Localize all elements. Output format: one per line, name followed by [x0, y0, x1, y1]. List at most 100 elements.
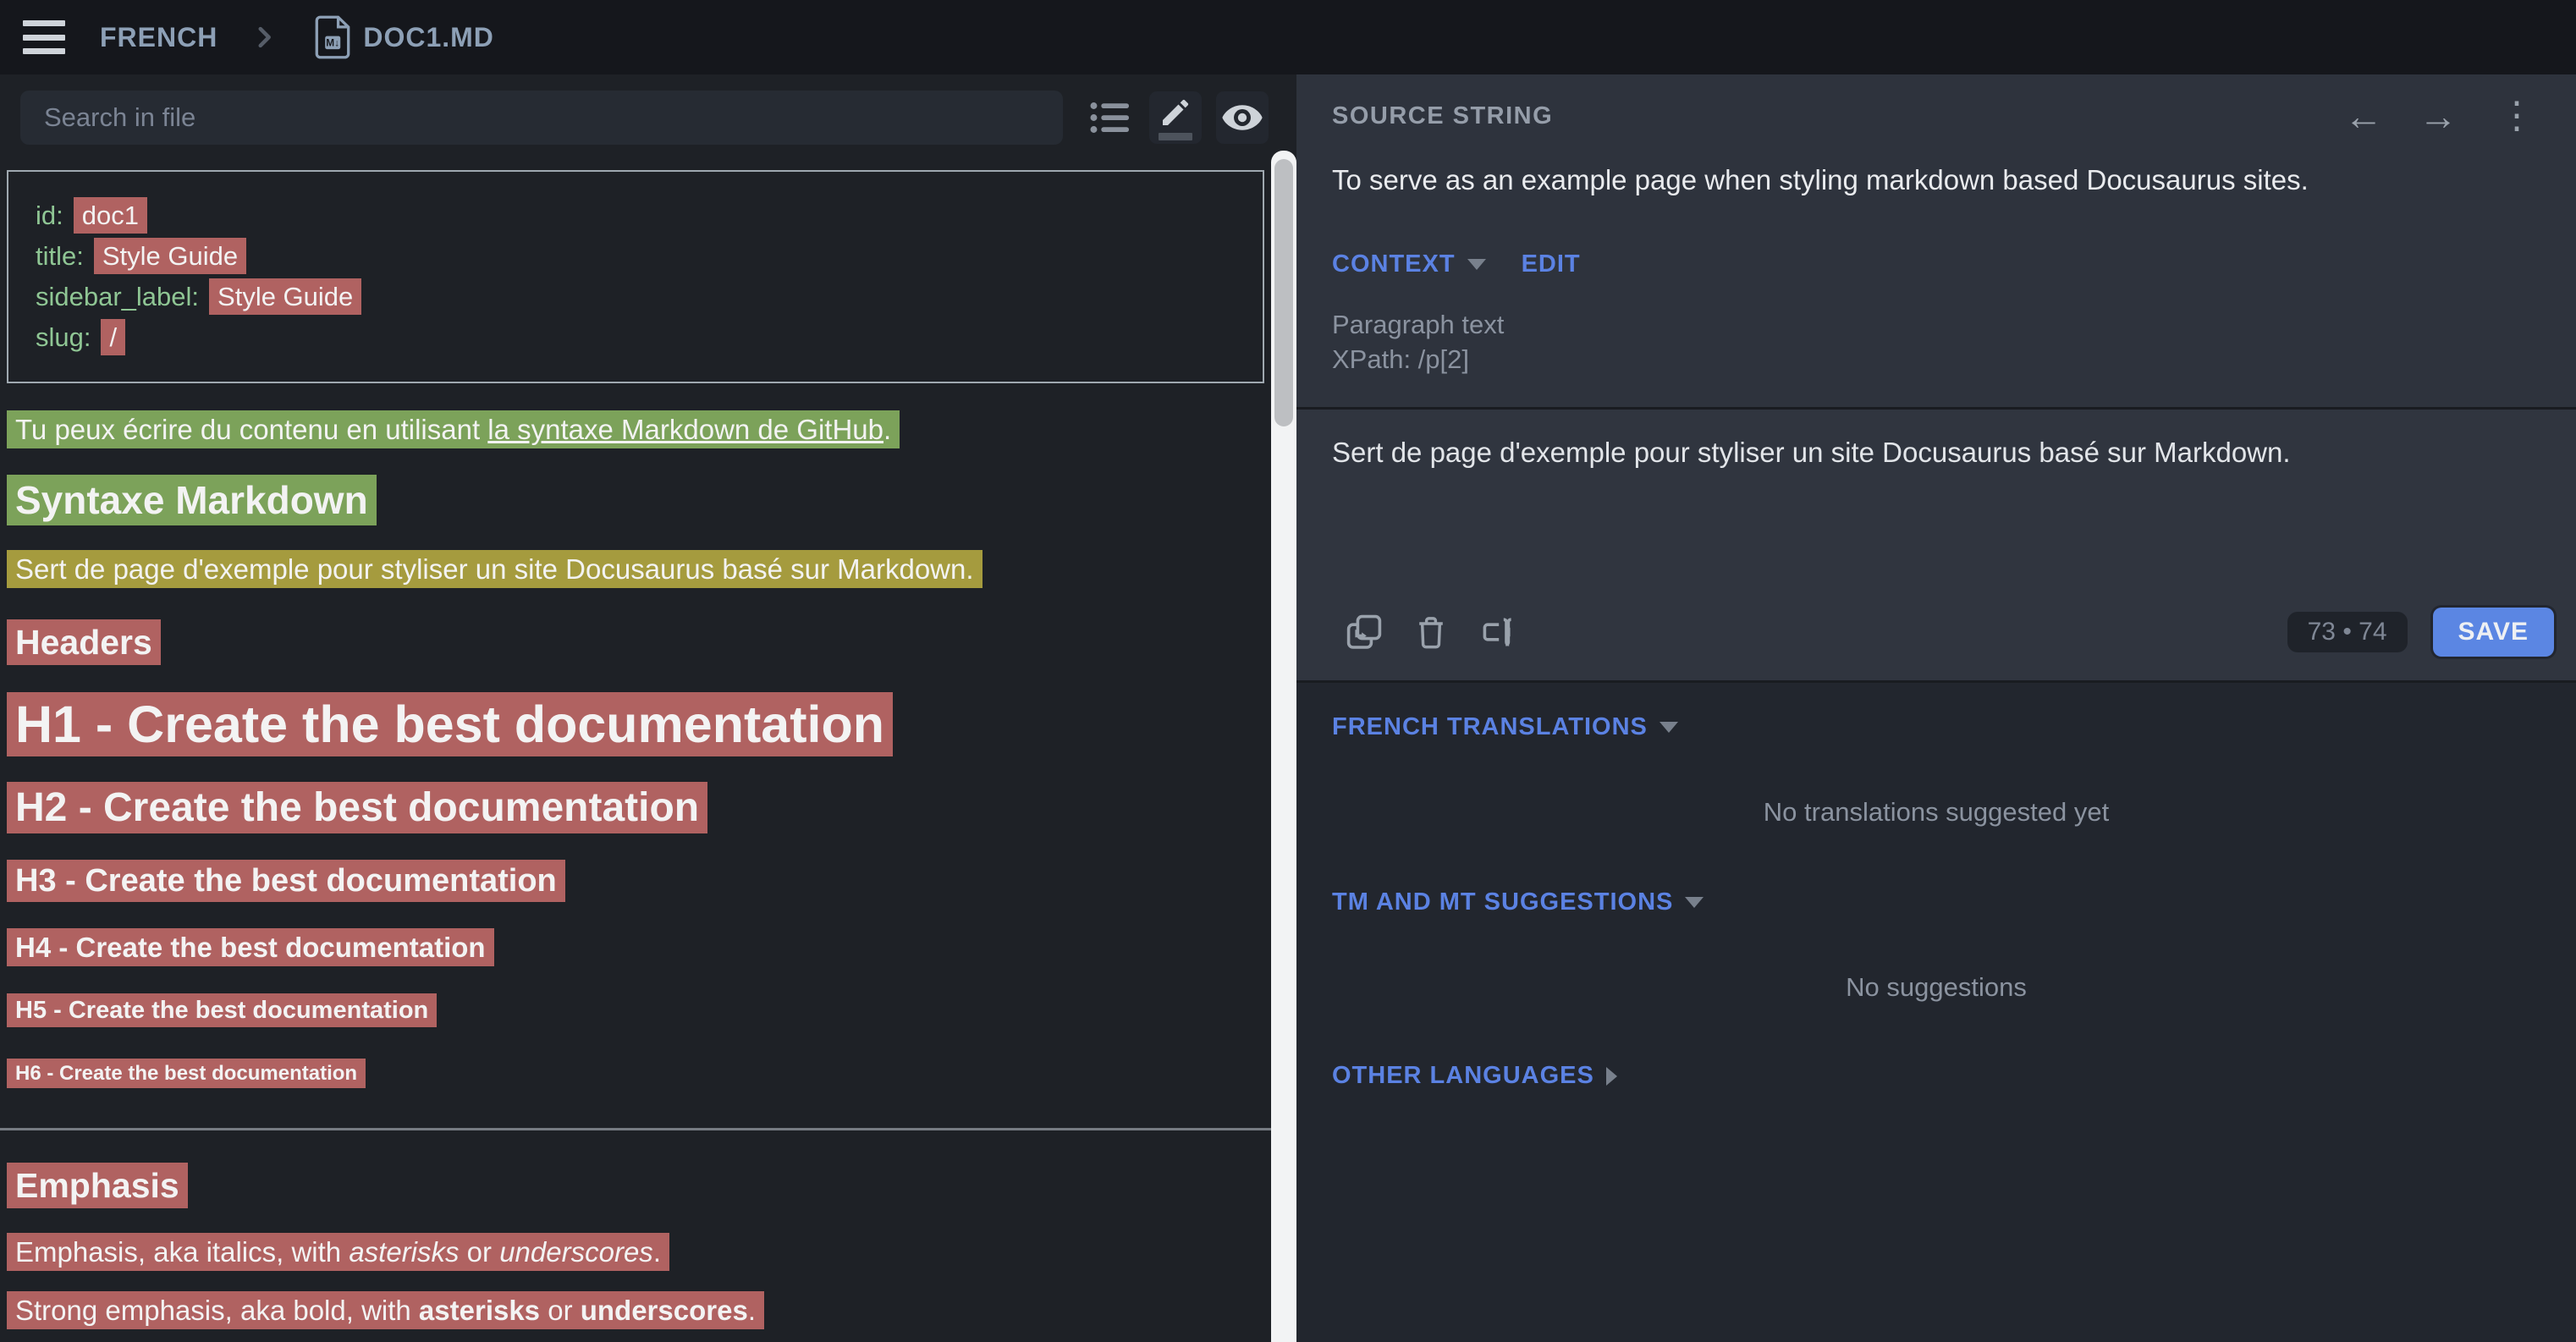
- suggestions-area: FRENCH TRANSLATIONS No translations sugg…: [1296, 680, 2576, 1342]
- document-preview: id:doc1 title:Style Guide sidebar_label:…: [0, 170, 1271, 1328]
- frontmatter-block: id:doc1 title:Style Guide sidebar_label:…: [7, 170, 1264, 383]
- source-string-label: SOURCE STRING: [1332, 102, 1553, 130]
- frontmatter-key: slug:: [36, 322, 91, 352]
- translation-panel: SOURCE STRING ← → ⋮ To serve as an examp…: [1296, 74, 2576, 1342]
- source-string[interactable]: Style Guide: [94, 238, 246, 274]
- source-string[interactable]: Emphasis, aka italics, with asterisks or…: [7, 1233, 669, 1271]
- app-window: FRENCH M↓ DOC1.MD: [0, 0, 2576, 1342]
- source-string[interactable]: Headers: [7, 619, 161, 665]
- source-string[interactable]: H1 - Create the best documentation: [7, 692, 893, 756]
- frontmatter-line: title:Style Guide: [36, 236, 1236, 277]
- markdown-badge-text: M↓: [327, 36, 340, 48]
- translations-section-label: FRENCH TRANSLATIONS: [1332, 713, 1648, 741]
- scrollbar-track[interactable]: [1271, 151, 1296, 1342]
- source-string[interactable]: doc1: [74, 197, 147, 234]
- tm-section-header[interactable]: TM AND MT SUGGESTIONS: [1332, 888, 2540, 916]
- file-preview-panel: id:doc1 title:Style Guide sidebar_label:…: [0, 74, 1271, 1342]
- trash-icon: [1412, 613, 1450, 652]
- heading-4: H4 - Create the best documentation: [7, 932, 1264, 964]
- text-segment: .: [748, 1295, 756, 1326]
- source-string[interactable]: /: [101, 319, 125, 355]
- copy-source-button[interactable]: [1344, 612, 1384, 652]
- source-string[interactable]: H3 - Create the best documentation: [7, 860, 565, 902]
- context-toggle[interactable]: CONTEXT: [1332, 250, 1456, 278]
- source-string[interactable]: Strong emphasis, aka bold, with asterisk…: [7, 1291, 764, 1329]
- chevron-down-icon: [1660, 722, 1678, 733]
- highlight-mode-button[interactable]: [1149, 91, 1202, 144]
- character-counter: 73 • 74: [2287, 612, 2408, 652]
- selected-string[interactable]: Sert de page d'exemple pour styliser un …: [7, 550, 983, 588]
- search-input[interactable]: [20, 91, 1063, 145]
- edit-context-button[interactable]: EDIT: [1522, 250, 1581, 278]
- breadcrumb-file[interactable]: DOC1.MD: [363, 22, 494, 53]
- text-segment: Emphasis, aka italics, with: [15, 1236, 349, 1268]
- heading-2: H2 - Create the best documentation: [7, 784, 1264, 831]
- frontmatter-key: id:: [36, 201, 63, 230]
- source-string[interactable]: Emphasis: [7, 1163, 188, 1208]
- copy-source-icon: [1344, 612, 1384, 652]
- translations-empty-message: No translations suggested yet: [1332, 797, 2540, 828]
- chevron-down-icon: [1685, 897, 1704, 908]
- header-actions: ← → ⋮: [2344, 96, 2540, 135]
- search-row: [0, 74, 1271, 145]
- paragraph: Tu peux écrire du contenu en utilisant l…: [7, 412, 1264, 447]
- previous-string-button[interactable]: ←: [2344, 96, 2383, 135]
- bold-segment: asterisks: [419, 1295, 540, 1326]
- source-string[interactable]: H2 - Create the best documentation: [7, 782, 707, 833]
- italic-segment: asterisks: [349, 1236, 459, 1268]
- paragraph: Strong emphasis, aka bold, with asterisk…: [7, 1293, 1264, 1328]
- other-languages-section-header[interactable]: OTHER LANGUAGES: [1332, 1062, 2540, 1090]
- heading-6: H6 - Create the best documentation: [7, 1062, 1264, 1086]
- breadcrumb-project[interactable]: FRENCH: [100, 22, 217, 53]
- save-button[interactable]: SAVE: [2433, 608, 2554, 657]
- text-segment: .: [883, 414, 891, 445]
- translation-input[interactable]: Sert de page d'exemple pour styliser un …: [1332, 437, 2540, 572]
- source-header: SOURCE STRING ← → ⋮: [1332, 74, 2540, 157]
- preview-mode-button[interactable]: [1216, 91, 1269, 144]
- source-string-section: SOURCE STRING ← → ⋮ To serve as an examp…: [1296, 74, 2576, 407]
- delete-translation-button[interactable]: [1412, 613, 1450, 652]
- heading-2: Headers: [7, 623, 1264, 663]
- translations-section-header[interactable]: FRENCH TRANSLATIONS: [1332, 713, 2540, 741]
- italic-segment: underscores: [499, 1236, 653, 1268]
- more-options-icon[interactable]: ⋮: [2493, 97, 2540, 135]
- source-text: To serve as an example page when styling…: [1332, 164, 2540, 196]
- translated-string[interactable]: Syntaxe Markdown: [7, 475, 377, 525]
- horizontal-rule: [0, 1128, 1271, 1130]
- heading-3: H3 - Create the best documentation: [7, 863, 1264, 899]
- text-segment: Tu peux écrire du contenu en utilisant: [15, 414, 487, 445]
- next-string-button[interactable]: →: [2419, 96, 2458, 135]
- top-bar: FRENCH M↓ DOC1.MD: [0, 0, 2576, 74]
- scrollbar-thumb[interactable]: [1274, 159, 1293, 426]
- tm-section-label: TM AND MT SUGGESTIONS: [1332, 888, 1673, 916]
- source-string[interactable]: Style Guide: [209, 278, 361, 315]
- tm-empty-message: No suggestions: [1332, 972, 2540, 1003]
- text-selection-icon: [1478, 612, 1518, 652]
- menu-icon[interactable]: [23, 20, 65, 54]
- heading-1: Syntaxe Markdown: [7, 477, 1264, 523]
- paragraph: Emphasis, aka italics, with asterisks or…: [7, 1235, 1264, 1269]
- context-row: CONTEXT EDIT: [1332, 250, 2540, 278]
- context-xpath: XPath: /p[2]: [1332, 342, 2540, 377]
- source-string[interactable]: H4 - Create the best documentation: [7, 928, 494, 966]
- text-segment: Strong emphasis, aka bold, with: [15, 1295, 419, 1326]
- context-info: Paragraph text XPath: /p[2]: [1332, 307, 2540, 377]
- select-text-button[interactable]: [1478, 612, 1518, 652]
- heading-5: H5 - Create the best documentation: [7, 997, 1264, 1025]
- source-string[interactable]: H5 - Create the best documentation: [7, 993, 437, 1027]
- pencil-icon: [1159, 96, 1192, 129]
- strings-list-button[interactable]: [1085, 91, 1137, 144]
- frontmatter-line: id: doc1: [36, 195, 1236, 236]
- pencil-underline: [1159, 133, 1192, 140]
- eye-icon: [1220, 96, 1264, 140]
- translated-string[interactable]: Tu peux écrire du contenu en utilisant l…: [7, 410, 900, 448]
- source-string[interactable]: H6 - Create the best documentation: [7, 1059, 366, 1088]
- markdown-link[interactable]: la syntaxe Markdown de GitHub: [487, 414, 883, 445]
- translation-section: Sert de page d'exemple pour styliser un …: [1296, 407, 2576, 595]
- text-segment: or: [540, 1295, 581, 1326]
- chevron-down-icon[interactable]: [1467, 259, 1486, 270]
- translation-toolbar: 73 • 74 SAVE: [1296, 595, 2576, 680]
- chevron-right-icon: [1606, 1067, 1617, 1086]
- list-icon: [1087, 94, 1135, 141]
- paragraph: Sert de page d'exemple pour styliser un …: [7, 552, 1264, 586]
